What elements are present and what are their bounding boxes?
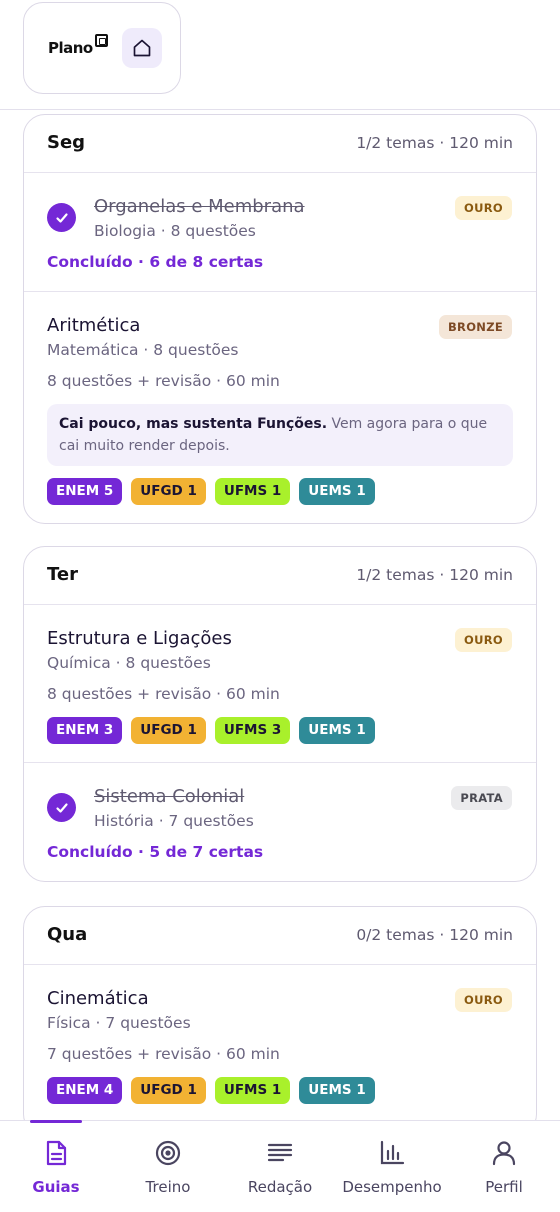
exam-chips: ENEM 5 UFGD 1 UFMS 1 UEMS 1 [47, 478, 513, 505]
document-icon [46, 1140, 67, 1166]
topic-status: Concluído · 5 de 7 certas [47, 843, 264, 861]
check-icon [47, 203, 76, 232]
bottom-nav: Guias Treino Redação Desempenho Perfil [0, 1120, 560, 1212]
medal-badge: OURO [455, 628, 512, 652]
chip-ufgd: UFGD 1 [131, 478, 206, 505]
chip-ufms: UFMS 1 [214, 478, 291, 505]
day-header: Seg 1/2 temas · 120 min [24, 115, 536, 173]
home-button[interactable] [122, 28, 162, 68]
topic-subtitle: Biologia · 8 questões [94, 222, 256, 240]
chip-enem: ENEM 4 [47, 1077, 123, 1104]
chip-ufms: UFMS 3 [214, 717, 291, 744]
chip-uems: UEMS 1 [299, 478, 375, 505]
topic-detail: 8 questões + revisão · 60 min [47, 372, 280, 390]
active-indicator [30, 1120, 82, 1123]
exam-chips: ENEM 4 UFGD 1 UFMS 1 UEMS 1 [47, 1077, 513, 1104]
day-name: Ter [47, 564, 78, 585]
nav-label: Desempenho [342, 1178, 442, 1196]
day-card-ter: Ter 1/2 temas · 120 min Estrutura e Liga… [23, 546, 537, 882]
day-meta: 1/2 temas · 120 min [356, 134, 513, 152]
brand-mark-icon [94, 34, 108, 47]
exam-chips: ENEM 3 UFGD 1 UFMS 3 UEMS 1 [47, 717, 513, 744]
chip-uems: UEMS 1 [299, 717, 375, 744]
chip-ufms: UFMS 1 [214, 1077, 291, 1104]
topic-title: Sistema Colonial [94, 786, 245, 807]
chip-ufgd: UFGD 1 [131, 717, 206, 744]
medal-badge: PRATA [451, 786, 512, 810]
nav-label: Perfil [485, 1178, 523, 1196]
day-header: Ter 1/2 temas · 120 min [24, 547, 536, 605]
topic-subtitle: História · 7 questões [94, 812, 254, 830]
bar-chart-icon [380, 1140, 405, 1165]
topic-subtitle: Física · 7 questões [47, 1014, 191, 1032]
day-meta: 0/2 temas · 120 min [356, 926, 513, 944]
medal-badge: OURO [455, 988, 512, 1012]
nav-label: Treino [145, 1178, 191, 1196]
topic-note: Cai pouco, mas sustenta Funções. Vem ago… [47, 404, 513, 466]
nav-item-desempenho[interactable]: Desempenho [336, 1121, 448, 1212]
nav-item-guias[interactable]: Guias [0, 1120, 112, 1212]
topic-item[interactable]: Aritmética Matemática · 8 questões 8 que… [24, 292, 536, 523]
text-lines-icon [267, 1143, 293, 1162]
chip-enem: ENEM 3 [47, 717, 123, 744]
topic-detail: 8 questões + revisão · 60 min [47, 685, 280, 703]
topic-title: Organelas e Membrana [94, 196, 305, 217]
home-icon [133, 39, 151, 57]
chip-enem: ENEM 5 [47, 478, 123, 505]
topic-subtitle: Matemática · 8 questões [47, 341, 239, 359]
day-name: Qua [47, 924, 88, 945]
day-card-seg: Seg 1/2 temas · 120 min Organelas e Memb… [23, 114, 537, 524]
topic-subtitle: Química · 8 questões [47, 654, 211, 672]
topic-item[interactable]: Cinemática Física · 7 questões 7 questõe… [24, 965, 536, 1122]
brand-name: Plano [48, 39, 93, 57]
topic-title: Cinemática [47, 988, 149, 1009]
topic-item[interactable]: Organelas e Membrana Biologia · 8 questõ… [24, 173, 536, 292]
topic-detail: 7 questões + revisão · 60 min [47, 1045, 280, 1063]
nav-label: Guias [32, 1178, 80, 1196]
day-header: Qua 0/2 temas · 120 min [24, 907, 536, 965]
day-meta: 1/2 temas · 120 min [356, 566, 513, 584]
day-card-qua: Qua 0/2 temas · 120 min Cinemática Físic… [23, 906, 537, 1136]
topic-status: Concluído · 6 de 8 certas [47, 253, 264, 271]
nav-item-redacao[interactable]: Redação [224, 1121, 336, 1212]
chip-uems: UEMS 1 [299, 1077, 375, 1104]
nav-item-treino[interactable]: Treino [112, 1121, 224, 1212]
medal-badge: OURO [455, 196, 512, 220]
topic-title: Estrutura e Ligações [47, 628, 232, 649]
target-icon [155, 1140, 181, 1166]
nav-label: Redação [247, 1178, 313, 1196]
top-bar: Plano [0, 0, 560, 110]
brand-logo[interactable]: Plano [48, 34, 108, 57]
topic-item[interactable]: Sistema Colonial História · 7 questões C… [24, 763, 536, 881]
user-icon [492, 1141, 516, 1166]
brand-card: Plano [23, 2, 181, 94]
day-name: Seg [47, 132, 86, 153]
chip-ufgd: UFGD 1 [131, 1077, 206, 1104]
check-icon [47, 793, 76, 822]
medal-badge: BRONZE [438, 315, 512, 339]
topic-item[interactable]: Estrutura e Ligações Química · 8 questõe… [24, 605, 536, 763]
note-bold: Cai pouco, mas sustenta Funções. [59, 416, 328, 432]
nav-item-perfil[interactable]: Perfil [448, 1121, 560, 1212]
